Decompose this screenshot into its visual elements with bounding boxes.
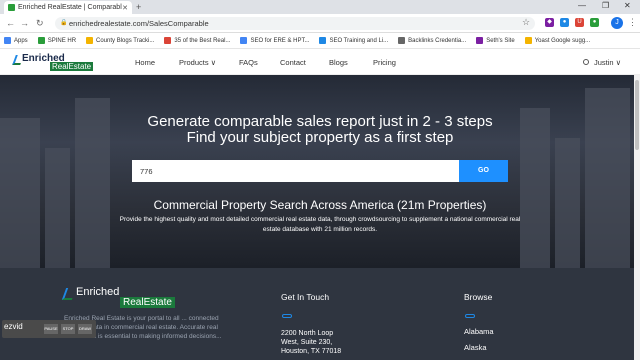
browser-tab[interactable]: Enriched RealEstate | Comparabl ✕ [4, 1, 132, 14]
maximize-icon[interactable]: ❐ [602, 1, 609, 10]
hero-section: Generate comparable sales report just in… [0, 75, 640, 268]
stop-button[interactable]: STOP [61, 324, 75, 334]
nav-blogs[interactable]: Blogs [329, 58, 348, 67]
minimize-icon[interactable]: — [578, 1, 586, 10]
bookmark-icon [524, 37, 532, 44]
close-tab-icon[interactable]: ✕ [122, 4, 128, 12]
site-header: Enriched RealEstate Home Products ∨ FAQs… [0, 49, 640, 75]
bookmark-icon [398, 37, 406, 44]
bookmark-icon [319, 37, 327, 44]
bookmark-icon [476, 37, 484, 44]
bookmark-item[interactable]: Yoast Google sugg... [524, 37, 591, 44]
menu-kebab-icon[interactable]: ⋮ [628, 17, 637, 28]
bookmark-star-icon[interactable]: ☆ [522, 17, 530, 28]
nav-products[interactable]: Products ∨ [179, 58, 216, 67]
recorder-brand: ezvid [4, 322, 23, 331]
bookmark-label: Yoast Google sugg... [534, 37, 591, 44]
new-tab-icon[interactable]: + [136, 2, 141, 12]
bookmark-label: SPINE HR [47, 37, 77, 44]
footer-state-link[interactable]: Alaska [464, 343, 487, 352]
footer-state-link[interactable]: Alabama [464, 327, 494, 336]
bookmark-item[interactable]: SPINE HR [37, 37, 77, 44]
user-icon [583, 59, 589, 65]
nav-home[interactable]: Home [135, 58, 155, 67]
bookmark-item[interactable]: SEO Training and Li... [319, 37, 388, 44]
extension-icon[interactable]: ● [590, 18, 599, 27]
bookmark-label: Backlinks Credentia... [408, 37, 467, 44]
nav-faqs[interactable]: FAQs [239, 58, 258, 67]
bookmark-item[interactable]: SEO for ERE & HPT... [240, 37, 309, 44]
bookmark-label: Seth's Site [486, 37, 515, 44]
divider-icon [465, 314, 475, 318]
bookmark-item[interactable]: Apps [4, 37, 28, 44]
bookmark-label: 35 of the Best Real... [174, 37, 231, 44]
site-favicon-icon [8, 4, 15, 11]
footer-touch-heading: Get In Touch [281, 292, 330, 302]
pause-button[interactable]: PAUSE [44, 324, 58, 334]
tab-title: Enriched RealEstate | Comparabl [18, 4, 122, 11]
extension-icon[interactable]: U [575, 18, 584, 27]
bookmark-icon [240, 37, 248, 44]
footer-logo-bottom: RealEstate [120, 297, 175, 308]
hero-title-line2: Find your subject property as a first st… [186, 129, 454, 146]
bookmark-label: County Blogs Tracki... [96, 37, 155, 44]
nav-pricing[interactable]: Pricing [373, 58, 396, 67]
recorder-toolbar: ezvid PAUSE STOP DRAW [2, 320, 96, 338]
address-line: West, Suite 230, [281, 339, 333, 346]
profile-avatar[interactable]: J [611, 17, 623, 29]
bookmark-item[interactable]: Backlinks Credentia... [398, 37, 466, 44]
user-menu[interactable]: Justin ∨ [594, 58, 621, 67]
forward-icon[interactable]: → [20, 18, 29, 28]
apps-icon [4, 37, 11, 44]
bookmark-item[interactable]: 35 of the Best Real... [164, 37, 230, 44]
section-subtitle: Commercial Property Search Across Americ… [153, 198, 487, 212]
bookmark-icon [37, 37, 45, 44]
bookmark-item[interactable]: Seth's Site [476, 37, 515, 44]
bookmark-label: Apps [14, 37, 28, 44]
go-button[interactable]: GO [459, 160, 508, 182]
bookmark-item[interactable]: County Blogs Tracki... [86, 37, 154, 44]
bookmarks-bar: Apps SPINE HR County Blogs Tracki... 35 … [0, 33, 640, 49]
extension-icon[interactable]: ● [560, 18, 569, 27]
close-window-icon[interactable]: ✕ [624, 1, 631, 10]
scrollbar-thumb[interactable] [635, 80, 639, 150]
section-description: Provide the highest quality and most det… [119, 216, 521, 233]
hero-title-line1: Generate comparable sales report just in… [147, 113, 493, 130]
nav-contact[interactable]: Contact [280, 58, 306, 67]
location-icon [282, 314, 292, 318]
bookmark-icon [86, 37, 94, 44]
property-search-input[interactable] [132, 160, 459, 182]
logo-text-bottom: RealEstate [50, 62, 94, 71]
property-search: GO [132, 160, 508, 182]
address-toolbar: ← → ↻ 🔒 enrichedrealestate.com/SalesComp… [0, 14, 640, 33]
browser-tab-bar: Enriched RealEstate | Comparabl ✕ + — ❐ … [0, 0, 640, 14]
address-line: 2200 North Loop [281, 330, 334, 337]
lock-icon: 🔒 [60, 20, 68, 26]
footer-logo[interactable]: Enriched RealEstate [61, 286, 184, 310]
site-logo[interactable]: Enriched RealEstate [12, 53, 100, 71]
url-text: enrichedrealestate.com/SalesComparable [69, 19, 209, 28]
back-icon[interactable]: ← [6, 18, 15, 28]
extension-icon[interactable]: ◆ [545, 18, 554, 27]
logo-mark-icon [61, 288, 77, 300]
draw-button[interactable]: DRAW [78, 324, 92, 334]
footer-logo-top: Enriched [76, 286, 120, 298]
footer-browse-heading: Browse [464, 292, 493, 302]
url-bar[interactable]: 🔒 enrichedrealestate.com/SalesComparable [55, 17, 535, 30]
bookmark-label: SEO for ERE & HPT... [250, 37, 310, 44]
footer-address: 2200 North Loop West, Suite 230, Houston… [281, 329, 341, 356]
reload-icon[interactable]: ↻ [36, 18, 44, 29]
bookmark-icon [164, 37, 172, 44]
bookmark-label: SEO Training and Li... [329, 37, 389, 44]
address-line: Houston, TX 77018 [281, 348, 342, 355]
